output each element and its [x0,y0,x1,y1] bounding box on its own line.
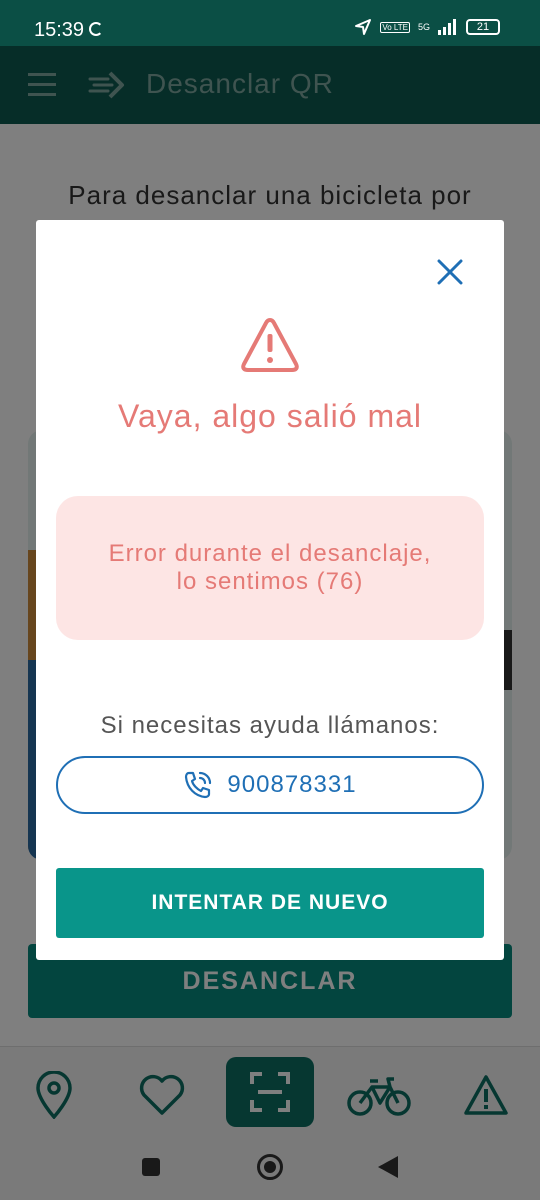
phone-icon [185,771,212,799]
call-phone-button[interactable]: 900878331 [56,756,484,814]
phone-number: 900878331 [227,771,357,798]
location-arrow-icon [355,19,372,35]
error-warning-icon [241,318,299,372]
status-indicators: Vo LTE 5G 21 [354,18,500,36]
signal-icon [438,19,456,35]
battery-icon: 21 [466,19,500,35]
status-time: 15:39 [34,19,85,41]
status-bar: 15:39 Vo LTE 5G 21 [0,0,540,46]
close-icon [437,259,463,285]
error-message: Error durante el desanclaje, lo sentimos… [108,540,432,595]
help-text: Si necesitas ayuda llámanos: [100,712,440,739]
network-type: 5G [417,22,430,32]
close-button[interactable] [432,254,468,290]
retry-button[interactable]: INTENTAR DE NUEVO [56,868,484,938]
dialog-title: Vaya, algo salió mal [118,398,422,434]
error-dialog: Vaya, algo salió mal Error durante el de… [36,220,504,960]
error-message-box: Error durante el desanclaje, lo sentimos… [56,496,484,640]
volte-badge: Vo LTE [380,21,410,33]
sync-icon [89,22,103,36]
